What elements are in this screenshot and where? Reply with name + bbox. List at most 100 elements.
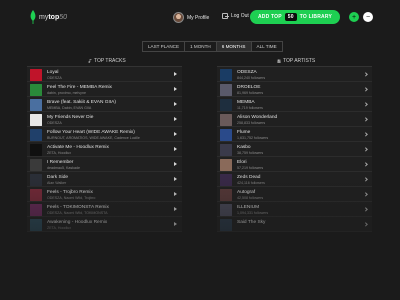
logout-link[interactable]: Log Out: [222, 13, 249, 19]
play-icon[interactable]: [174, 87, 177, 91]
artist-name: Kasbo: [237, 145, 251, 150]
artist-row[interactable]: Alison Wonderland 258,833 followers: [217, 112, 372, 127]
track-row[interactable]: Feel The Fire - MEMBA Remix dabin, proxim…: [27, 82, 182, 97]
track-row[interactable]: Feels - TOKIMONSTA Remix ODESZA, Naomi Wi…: [27, 202, 182, 217]
artist-name: ILLENIUM: [237, 205, 260, 210]
artist-row[interactable]: ODESZA 844,240 followers: [217, 67, 372, 82]
play-icon[interactable]: [174, 147, 177, 151]
track-artist: MEMBA, Dabin, EVAN GIIA: [47, 106, 92, 110]
top-tracks-heading: TOP TRACKS: [88, 58, 126, 64]
top-artists-heading: TOP ARTISTS: [277, 58, 315, 64]
plus-icon[interactable]: +: [349, 12, 359, 22]
chevron-right-icon[interactable]: [362, 71, 368, 77]
play-icon[interactable]: [174, 192, 177, 196]
artist-row[interactable]: MEMBA 11,719 followers: [217, 97, 372, 112]
artist-row[interactable]: Flume 1,631,752 followers: [217, 127, 372, 142]
play-icon[interactable]: [174, 72, 177, 76]
album-art: [30, 68, 42, 81]
artist-photo: [220, 173, 232, 186]
play-icon[interactable]: [174, 162, 177, 166]
chevron-right-icon[interactable]: [362, 101, 368, 107]
artist-row[interactable]: Said The Sky: [217, 217, 372, 232]
app-logo-text[interactable]: mytop50: [39, 14, 67, 21]
album-art: [30, 113, 42, 126]
play-icon[interactable]: [174, 222, 177, 226]
track-title: Follow Your Heart (WIDE AWAKE Remix): [47, 130, 135, 135]
artist-name: Autograf: [237, 190, 256, 195]
artist-followers: 57,219 followers: [237, 166, 264, 170]
tab-last-plance[interactable]: LAST PLANCE: [143, 42, 186, 51]
album-art: [30, 98, 42, 111]
cta-prefix: ADD TOP: [257, 14, 282, 20]
avatar: [173, 12, 184, 23]
artist-name: Zeds Dead: [237, 175, 261, 180]
header: mytop50 My Profile Log Out ADD TOP 50 TO…: [0, 0, 400, 34]
artist-row[interactable]: DROELOE 81,969 followers: [217, 82, 372, 97]
artist-name: Said The Sky: [237, 220, 266, 225]
play-icon[interactable]: [174, 117, 177, 121]
track-artist: ODESZA: [47, 121, 62, 125]
track-row[interactable]: Activate Me - Hoodlux Remix ZETA, Hoodlux: [27, 142, 182, 157]
artist-followers: 42,508 followers: [237, 196, 264, 200]
chevron-right-icon[interactable]: [362, 176, 368, 182]
artist-row[interactable]: Zeds Dead 424,116 followers: [217, 172, 372, 187]
chevron-right-icon[interactable]: [362, 161, 368, 167]
artist-followers: 11,719 followers: [237, 106, 263, 110]
artist-photo: [220, 188, 232, 201]
track-row[interactable]: Feels - Trojbro Remix ODESZA, Naomi Wild,…: [27, 187, 182, 202]
chevron-right-icon[interactable]: [362, 146, 368, 152]
top-artists-list: ODESZA 844,240 followers DROELOE 81,969 fo…: [217, 66, 372, 232]
album-art: [30, 188, 42, 201]
music-note-icon: [88, 59, 92, 63]
track-row[interactable]: Dark Side Alan Walker: [27, 172, 182, 187]
artist-row[interactable]: Autograf 42,508 followers: [217, 187, 372, 202]
play-icon[interactable]: [174, 207, 177, 211]
my-profile-link[interactable]: My Profile: [173, 12, 209, 23]
tab-6-months[interactable]: 6 MONTHS: [216, 42, 252, 51]
minus-icon[interactable]: −: [363, 12, 373, 22]
album-art: [30, 143, 42, 156]
profile-label: My Profile: [187, 14, 210, 21]
track-row[interactable]: My Friends Never Die ODESZA: [27, 112, 182, 127]
logo-strong: top: [48, 14, 60, 21]
chevron-right-icon[interactable]: [362, 116, 368, 122]
add-to-library-button[interactable]: ADD TOP 50 TO LIBRARY: [250, 10, 340, 24]
artist-row[interactable]: ILLENIUM 1,094,331 followers: [217, 202, 372, 217]
chevron-right-icon[interactable]: [362, 191, 368, 197]
artist-followers: 424,116 followers: [237, 181, 265, 185]
artist-name: MEMBA: [237, 100, 255, 105]
artist-followers: 38,759 followers: [237, 151, 264, 155]
artist-followers: 81,969 followers: [237, 91, 264, 95]
track-artist: ZETA, Hoodlux: [47, 226, 72, 230]
artist-followers: 1,094,331 followers: [237, 211, 269, 215]
chevron-right-icon[interactable]: [362, 131, 368, 137]
album-art: [30, 158, 42, 171]
tab-all-time[interactable]: ALL TIME: [252, 42, 282, 51]
play-icon[interactable]: [174, 132, 177, 136]
track-row[interactable]: Awakening - Hoodlux Remix ZETA, Hoodlux: [27, 217, 182, 232]
track-row[interactable]: Brave (feat. Sakiit & EVAN GIIA) MEMBA, D…: [27, 97, 182, 112]
artist-row[interactable]: Elori 57,219 followers: [217, 157, 372, 172]
track-title: Feels - TOKIMONSTA Remix: [47, 205, 109, 210]
track-row[interactable]: Follow Your Heart (WIDE AWAKE Remix) BURN…: [27, 127, 182, 142]
tab-1-month[interactable]: 1 MONTH: [185, 42, 217, 51]
artist-name: Flume: [237, 130, 251, 135]
album-art: [30, 128, 42, 141]
play-icon[interactable]: [174, 177, 177, 181]
track-title: Dark Side: [47, 175, 69, 180]
track-title: Feels - Trojbro Remix: [47, 190, 93, 195]
artist-followers: 258,833 followers: [237, 121, 266, 125]
top-tracks-list: Loyal ODESZA Feel The Fire - MEMBA Remix d…: [27, 66, 182, 232]
play-icon[interactable]: [174, 102, 177, 106]
track-row[interactable]: Loyal ODESZA: [27, 67, 182, 82]
track-title: Awakening - Hoodlux Remix: [47, 220, 108, 225]
top-artists-title: TOP ARTISTS: [283, 58, 316, 64]
chevron-right-icon[interactable]: [362, 221, 368, 227]
chevron-right-icon[interactable]: [362, 206, 368, 212]
artist-photo: [220, 128, 232, 141]
artist-row[interactable]: Kasbo 38,759 followers: [217, 142, 372, 157]
track-artist: BURNOUT, AROMATIOS, WIDE AWAKE, Cadence …: [47, 136, 140, 140]
chevron-right-icon[interactable]: [362, 86, 368, 92]
track-artist: deadmau5, Kaskade: [47, 166, 80, 170]
track-row[interactable]: I Remember deadmau5, Kaskade: [27, 157, 182, 172]
